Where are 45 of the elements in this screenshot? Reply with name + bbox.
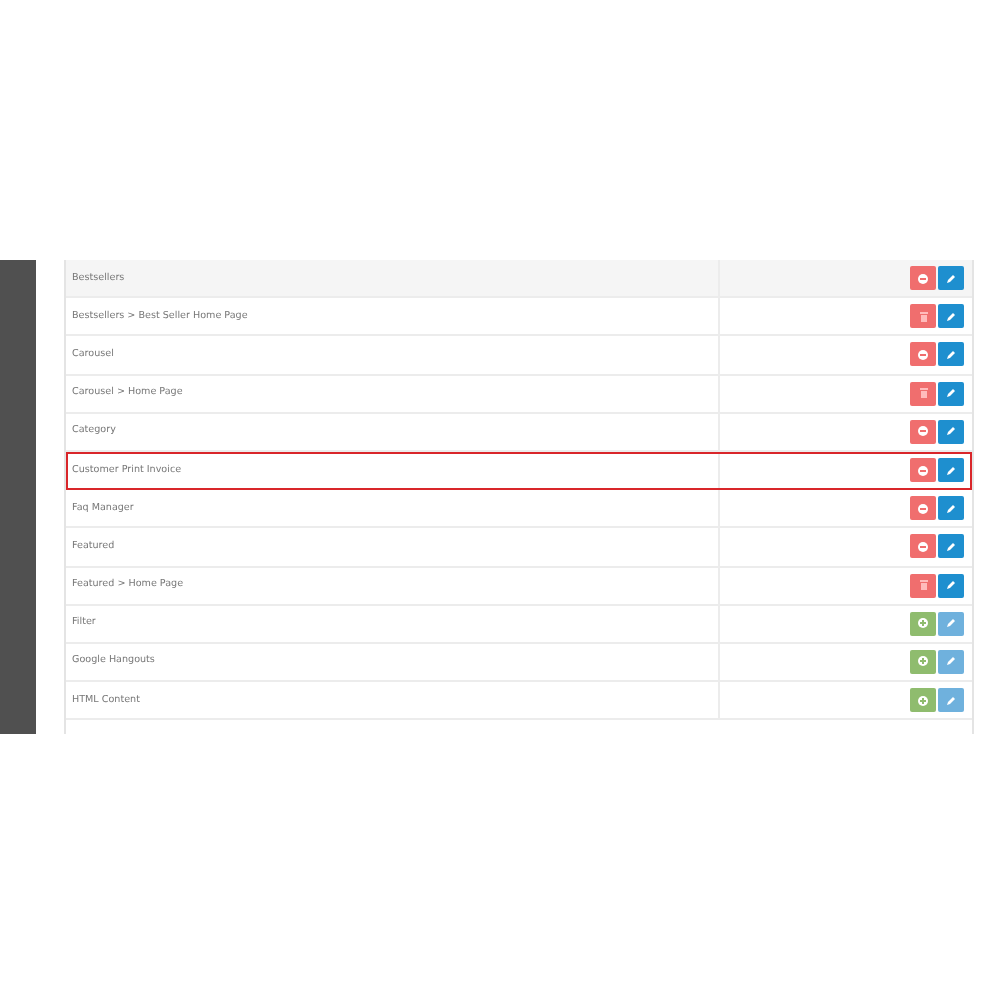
minus-circle-icon — [918, 503, 928, 514]
pencil-icon — [946, 580, 956, 591]
trash-icon — [919, 580, 927, 591]
uninstall-button[interactable] — [910, 458, 936, 483]
edit-button[interactable] — [938, 266, 964, 291]
pencil-icon — [946, 656, 956, 667]
trash-icon — [919, 311, 927, 322]
pencil-icon — [946, 465, 956, 476]
edit-button[interactable] — [938, 304, 964, 329]
uninstall-button[interactable] — [910, 381, 936, 406]
pencil-icon — [946, 503, 956, 514]
pencil-icon — [946, 388, 956, 399]
pencil-icon — [946, 695, 956, 706]
uninstall-button[interactable] — [910, 573, 936, 598]
pencil-icon — [946, 618, 956, 629]
uninstall-button[interactable] — [910, 304, 936, 329]
pencil-icon — [946, 349, 956, 360]
edit-button[interactable] — [938, 381, 964, 406]
minus-circle-icon — [918, 465, 928, 476]
minus-circle-icon — [918, 349, 928, 360]
uninstall-button[interactable] — [910, 419, 936, 444]
uninstall-button[interactable] — [910, 342, 936, 367]
pencil-icon — [946, 426, 956, 437]
edit-button[interactable] — [938, 342, 964, 367]
install-button[interactable] — [910, 649, 936, 674]
edit-button[interactable] — [938, 573, 964, 598]
pencil-icon — [946, 273, 956, 284]
install-button[interactable] — [910, 688, 936, 713]
minus-circle-icon — [918, 426, 928, 437]
plus-circle-icon — [918, 618, 928, 629]
edit-button[interactable] — [938, 534, 964, 559]
pencil-icon — [946, 311, 956, 322]
minus-circle-icon — [918, 541, 928, 552]
uninstall-button[interactable] — [910, 534, 936, 559]
trash-icon — [919, 388, 927, 399]
uninstall-button[interactable] — [910, 266, 936, 291]
plus-circle-icon — [918, 656, 928, 667]
install-button[interactable] — [910, 611, 936, 636]
edit-button[interactable] — [938, 496, 964, 521]
uninstall-button[interactable] — [910, 496, 936, 521]
pencil-icon — [946, 541, 956, 552]
edit-button[interactable] — [938, 458, 964, 483]
plus-circle-icon — [918, 695, 928, 706]
edit-button[interactable] — [938, 419, 964, 444]
minus-circle-icon — [918, 273, 928, 284]
